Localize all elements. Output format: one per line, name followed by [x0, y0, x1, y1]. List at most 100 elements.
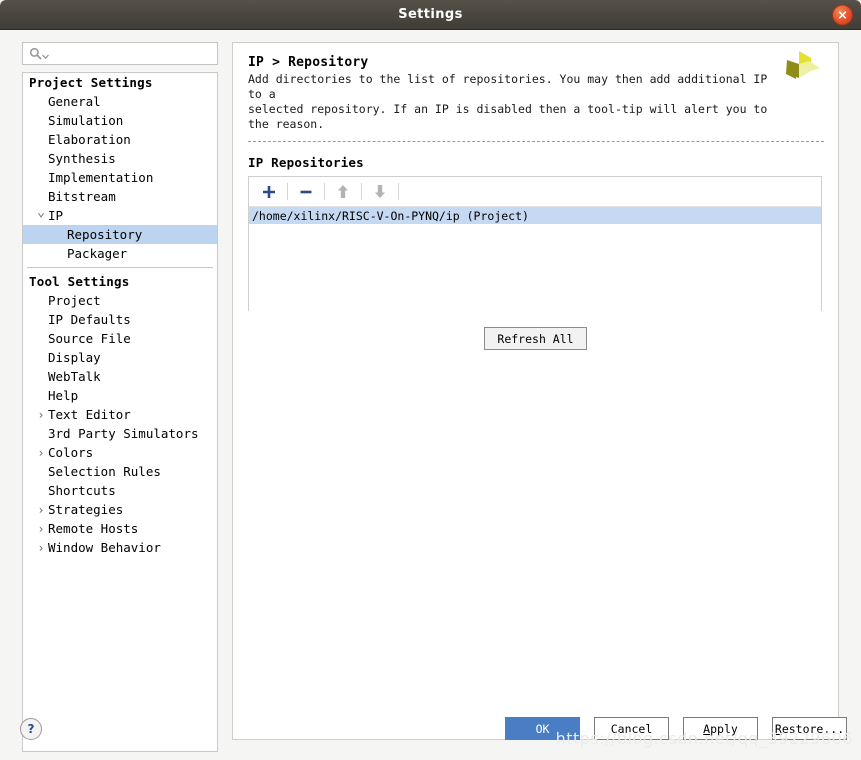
sidebar-item-strategies[interactable]: › Strategies: [23, 500, 217, 519]
settings-tree[interactable]: Project Settings General Simulation Elabora…: [22, 72, 218, 752]
title-bar: Settings: [0, 0, 861, 30]
sidebar-item-packager[interactable]: Packager: [23, 244, 217, 263]
sidebar-item-label: Display: [48, 350, 101, 365]
footer-button-row: OK Cancel Apply Restore...: [505, 717, 847, 740]
repository-list-item[interactable]: /home/xilinx/RISC-V-On-PYNQ/ip (Project): [249, 207, 821, 224]
sidebar-item-remote-hosts[interactable]: › Remote Hosts: [23, 519, 217, 538]
settings-dialog: Settings Project Settings General Simula…: [0, 0, 861, 760]
sidebar-item-shortcuts[interactable]: Shortcuts: [23, 481, 217, 500]
sidebar-item-implementation[interactable]: Implementation: [23, 168, 217, 187]
apply-button[interactable]: Apply: [683, 717, 758, 740]
breadcrumb: IP > Repository: [248, 55, 369, 70]
sidebar-item-synthesis[interactable]: Synthesis: [23, 149, 217, 168]
move-down-button[interactable]: [366, 179, 394, 204]
chevron-down-icon[interactable]: [42, 44, 49, 63]
xilinx-logo: [776, 49, 822, 93]
sidebar-item-label: Repository: [67, 227, 143, 242]
sidebar-item-label: General: [48, 94, 101, 109]
sidebar-item-ip[interactable]: ⌄ IP: [23, 206, 217, 225]
chevron-right-icon[interactable]: ›: [34, 504, 48, 516]
close-icon: [838, 10, 847, 19]
sidebar-item-label: Text Editor: [48, 407, 131, 422]
move-up-button[interactable]: [329, 179, 357, 204]
chevron-down-icon[interactable]: ⌄: [34, 206, 48, 219]
chevron-right-icon[interactable]: ›: [34, 523, 48, 535]
sidebar-item-window-behavior[interactable]: › Window Behavior: [23, 538, 217, 557]
settings-sidebar: Project Settings General Simulation Elabora…: [22, 42, 218, 752]
repository-list[interactable]: /home/xilinx/RISC-V-On-PYNQ/ip (Project): [249, 207, 821, 311]
sidebar-item-display[interactable]: Display: [23, 348, 217, 367]
ok-button[interactable]: OK: [505, 717, 580, 740]
sidebar-item-label: Colors: [48, 445, 94, 460]
sidebar-item-webtalk[interactable]: WebTalk: [23, 367, 217, 386]
sidebar-item-label: Shortcuts: [48, 483, 116, 498]
dialog-footer: ? OK Cancel Apply Restore... https://blog.c…: [0, 712, 861, 760]
sidebar-item-source-file[interactable]: Source File: [23, 329, 217, 348]
sidebar-item-label: Window Behavior: [48, 540, 161, 555]
sidebar-item-simulation[interactable]: Simulation: [23, 111, 217, 130]
sidebar-item-label: Help: [48, 388, 79, 403]
sidebar-item-label: Selection Rules: [48, 464, 161, 479]
sidebar-item-help[interactable]: Help: [23, 386, 217, 405]
cancel-button[interactable]: Cancel: [594, 717, 669, 740]
dialog-body: Project Settings General Simulation Elabora…: [0, 30, 861, 760]
panel-description: Add directories to the list of repositor…: [248, 72, 768, 131]
chevron-right-icon[interactable]: ›: [34, 447, 48, 459]
arrow-down-icon: [375, 185, 385, 198]
question-mark-icon: ?: [27, 722, 35, 736]
minus-icon: [300, 190, 312, 193]
sidebar-item-label: Strategies: [48, 502, 124, 517]
help-button[interactable]: ?: [20, 718, 42, 740]
chevron-right-icon[interactable]: ›: [34, 542, 48, 554]
refresh-all-wrap: Refresh All: [233, 327, 838, 350]
window-title: Settings: [398, 7, 463, 22]
sidebar-item-label: 3rd Party Simulators: [48, 426, 199, 441]
search-box[interactable]: [22, 42, 218, 65]
search-icon: [29, 47, 42, 60]
refresh-all-button[interactable]: Refresh All: [484, 327, 587, 350]
ip-repositories-box: /home/xilinx/RISC-V-On-PYNQ/ip (Project): [248, 176, 822, 311]
panel-header: IP > Repository Add directories to the l…: [233, 43, 838, 142]
restore-button[interactable]: Restore...: [772, 717, 847, 740]
section-title: IP Repositories: [248, 155, 364, 170]
sidebar-item-label: Synthesis: [48, 151, 116, 166]
sidebar-item-label: Remote Hosts: [48, 521, 139, 536]
close-button[interactable]: [832, 4, 853, 25]
sidebar-item-label: Simulation: [48, 113, 124, 128]
sidebar-item-project[interactable]: Project: [23, 291, 217, 310]
sidebar-item-repository[interactable]: Repository: [23, 225, 217, 244]
toolbar-separator: [398, 183, 399, 200]
chevron-right-icon[interactable]: ›: [34, 409, 48, 421]
sidebar-item-label: Project: [48, 293, 101, 308]
tree-group-tool-settings: Tool Settings: [29, 274, 130, 289]
sidebar-item-general[interactable]: General: [23, 92, 217, 111]
sidebar-item-ip-defaults[interactable]: IP Defaults: [23, 310, 217, 329]
settings-content-panel: IP > Repository Add directories to the l…: [232, 42, 839, 740]
sidebar-item-selection-rules[interactable]: Selection Rules: [23, 462, 217, 481]
plus-icon: [263, 185, 275, 198]
sidebar-item-colors[interactable]: › Colors: [23, 443, 217, 462]
toolbar-separator: [361, 183, 362, 200]
remove-repository-button[interactable]: [292, 179, 320, 204]
tree-group-divider: [27, 267, 213, 268]
sidebar-item-elaboration[interactable]: Elaboration: [23, 130, 217, 149]
sidebar-item-3rd-party-simulators[interactable]: 3rd Party Simulators: [23, 424, 217, 443]
sidebar-item-label: Implementation: [48, 170, 154, 185]
arrow-up-icon: [338, 185, 348, 198]
sidebar-item-bitstream[interactable]: Bitstream: [23, 187, 217, 206]
toolbar-separator: [287, 183, 288, 200]
repository-toolbar: [249, 177, 821, 207]
sidebar-item-label: Elaboration: [48, 132, 131, 147]
sidebar-item-label: Source File: [48, 331, 131, 346]
sidebar-item-label: Bitstream: [48, 189, 116, 204]
sidebar-item-text-editor[interactable]: › Text Editor: [23, 405, 217, 424]
toolbar-separator: [324, 183, 325, 200]
tree-group-project-settings: Project Settings: [29, 75, 153, 90]
add-repository-button[interactable]: [255, 179, 283, 204]
sidebar-item-label: WebTalk: [48, 369, 101, 384]
search-input[interactable]: [49, 46, 205, 61]
sidebar-item-label: IP Defaults: [48, 312, 131, 327]
header-divider: [248, 141, 824, 142]
sidebar-item-label: Packager: [67, 246, 128, 261]
sidebar-item-label: IP: [48, 208, 64, 223]
